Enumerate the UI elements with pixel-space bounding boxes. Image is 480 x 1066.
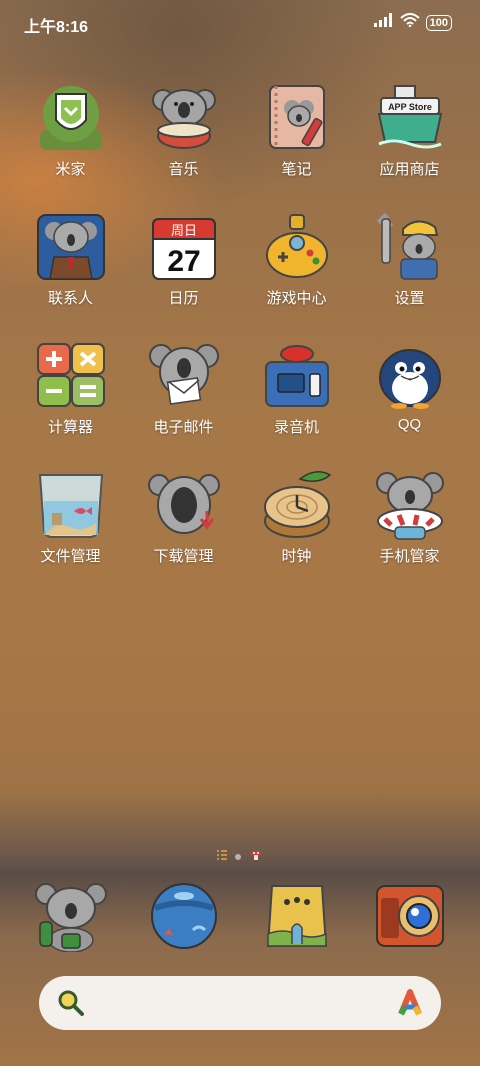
dock-camera[interactable] [353,878,466,958]
dock-phone[interactable] [14,878,127,958]
app-calculator[interactable]: 计算器 [14,338,127,444]
app-email[interactable]: 电子邮件 [127,338,240,444]
calendar-day: 27 [167,245,200,278]
signal-icon [373,13,394,32]
app-label: 下载管理 [153,548,214,565]
calendar-weekday: 周日 [170,224,196,239]
app-calendar[interactable]: 周日 27 日历 [127,209,240,315]
wifi-icon [399,13,420,32]
app-settings[interactable]: 设置 [353,209,466,315]
calculator-icon [36,343,105,407]
app-file-manager[interactable]: 文件管理 [14,467,127,573]
app-label: 日历 [168,290,199,307]
contacts-icon [36,214,105,280]
clock-icon [263,471,331,538]
app-store-icon: APP Store [377,85,442,149]
email-icon [148,344,219,405]
app-qq[interactable]: QQ [353,338,466,444]
app-label: 设置 [394,290,425,307]
app-label: 电子邮件 [153,419,214,436]
globe-browser-icon [150,883,217,949]
app-label: 音乐 [168,161,199,178]
app-label: 时钟 [281,548,312,565]
battery-indicator: 100 [425,14,452,31]
dock-gallery[interactable] [240,878,353,958]
recorder-icon [264,345,329,407]
settings-icon [376,212,438,280]
music-icon [151,89,216,149]
security-icon [375,472,444,540]
assistant-icon[interactable] [395,988,425,1018]
search-bar[interactable] [39,976,441,1030]
app-music[interactable]: 音乐 [127,80,240,186]
status-time: 上午8:16 [24,19,89,36]
camera-icon [375,885,444,947]
app-notes[interactable]: 笔记 [240,80,353,186]
list-page-icon[interactable] [217,848,227,866]
gallery-bag-icon [266,885,327,947]
dock [14,878,466,958]
app-clock[interactable]: 时钟 [240,467,353,573]
game-center-icon [265,214,328,278]
app-label: 笔记 [281,161,312,178]
app-label: 录音机 [273,419,319,436]
notes-icon [268,85,325,149]
file-manager-icon [38,474,103,538]
app-label: 计算器 [47,419,93,436]
app-download-manager[interactable]: 下载管理 [127,467,240,573]
app-label: 米家 [55,161,86,178]
download-manager-icon [147,474,220,534]
dock-browser[interactable] [127,878,240,958]
app-label: 文件管理 [40,548,101,565]
app-store-text: APP Store [388,102,432,112]
qq-icon [378,349,441,409]
app-label: 手机管家 [379,548,440,565]
mijia-icon [39,86,102,150]
app-app-store[interactable]: APP Store 应用商店 [353,80,466,186]
app-grid: 米家 音乐 笔记 APP Store 应用商店 联系人 周日 27 日历 游戏中… [14,80,466,573]
page-dot[interactable] [235,854,241,860]
app-label: 联系人 [47,290,93,307]
app-label: 应用商店 [379,161,440,178]
app-label: QQ [397,416,422,433]
calendar-icon: 周日 27 [151,218,216,280]
mushroom-page-icon[interactable] [249,848,263,866]
app-label: 游戏中心 [266,290,327,307]
search-icon[interactable] [57,989,85,1017]
app-game-center[interactable]: 游戏中心 [240,209,353,315]
app-security[interactable]: 手机管家 [353,467,466,573]
app-mijia[interactable]: 米家 [14,80,127,186]
page-indicator [0,848,480,866]
koala-phone-icon [34,883,107,952]
app-recorder[interactable]: 录音机 [240,338,353,444]
status-bar: 上午8:16 100 [0,0,480,44]
app-contacts[interactable]: 联系人 [14,209,127,315]
